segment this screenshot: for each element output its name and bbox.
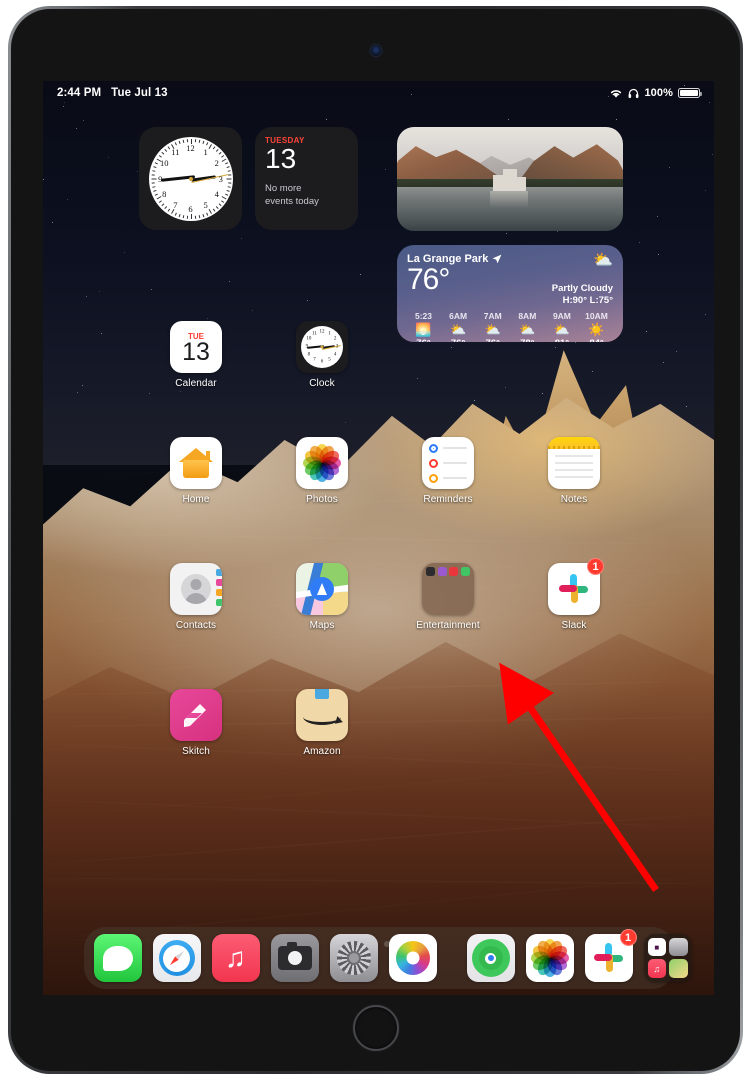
- dock-app-colorwheel[interactable]: [388, 934, 437, 982]
- clock-number: 4: [333, 352, 337, 358]
- dock-recent-findmy[interactable]: [466, 934, 515, 982]
- clock-number: 9: [305, 344, 309, 350]
- battery-percent-label: 100%: [644, 87, 673, 99]
- clock-number: 6: [320, 359, 324, 365]
- dock-app-camera[interactable]: [270, 934, 319, 982]
- mini-maps-icon: [669, 959, 688, 978]
- amazon-app-icon: [296, 689, 348, 741]
- messages-app-icon: [93, 934, 142, 982]
- settings-app-icon: [329, 934, 378, 982]
- app-label-skitch: Skitch: [182, 746, 210, 757]
- app-contacts[interactable]: Contacts: [143, 563, 249, 631]
- wifi-icon: [611, 89, 622, 98]
- mini-settings-icon: [669, 938, 688, 956]
- colorwheel-app-icon: [388, 934, 437, 982]
- calendar-app-icon: TUE 13: [170, 321, 222, 373]
- slack-segment: [559, 585, 577, 592]
- front-camera-icon: [370, 45, 381, 56]
- photos-app-icon: [296, 437, 348, 489]
- dock-app-music[interactable]: ♫: [211, 934, 260, 982]
- clock-number: 5: [328, 357, 331, 363]
- clock-icon-face: 12 1 2 3 4 5 6 7 8 9 10 11: [301, 326, 343, 368]
- app-skitch[interactable]: Skitch: [143, 689, 249, 757]
- mini-slack-icon: ■: [647, 938, 666, 956]
- app-notes[interactable]: Notes: [521, 437, 627, 505]
- status-bar-left: 2:44 PM Tue Jul 13: [57, 87, 168, 99]
- app-label-photos: Photos: [306, 494, 338, 505]
- skitch-app-icon: [170, 689, 222, 741]
- app-calendar[interactable]: TUE 13 Calendar: [143, 321, 249, 389]
- app-photos[interactable]: Photos: [269, 437, 375, 505]
- status-bar-right: 100%: [609, 87, 702, 99]
- clock-number: 10: [306, 336, 312, 342]
- app-reminders[interactable]: Reminders: [395, 437, 501, 505]
- camera-app-icon: [270, 934, 319, 982]
- clock-number: 3: [335, 344, 339, 350]
- notes-app-icon: [548, 437, 600, 489]
- app-amazon[interactable]: Amazon: [269, 689, 375, 757]
- maps-app-icon: [296, 563, 348, 615]
- app-label-notes: Notes: [560, 494, 588, 505]
- headphones-icon: [629, 88, 639, 98]
- app-grid: TUE 13 Calendar 12 1 2 3 4 5 6 7 8 9 10 …: [43, 81, 714, 995]
- clock-number: 7: [313, 357, 316, 363]
- app-label-amazon: Amazon: [303, 746, 341, 757]
- app-clock[interactable]: 12 1 2 3 4 5 6 7 8 9 10 11 Clock: [269, 321, 375, 389]
- dock-slack-badge: 1: [619, 929, 637, 946]
- photos-app-icon: [525, 934, 574, 982]
- app-label-maps: Maps: [309, 620, 335, 631]
- clock-number: 12: [319, 329, 325, 335]
- app-label-clock: Clock: [309, 378, 335, 389]
- slack-badge: 1: [587, 558, 604, 575]
- calendar-icon-day: 13: [182, 338, 210, 367]
- home-button[interactable]: [352, 1005, 399, 1051]
- dock-recent-slack[interactable]: 1: [584, 929, 637, 982]
- battery-icon: [678, 88, 702, 98]
- reminders-app-icon: [422, 437, 474, 489]
- app-label-entertainment: Entertainment: [416, 620, 480, 631]
- ipad-device-body: 2:44 PM Tue Jul 13 100% 12 1 2 3 4 5 6 7…: [11, 9, 740, 1071]
- contacts-app-icon: [170, 563, 222, 615]
- dock-recent-folder[interactable]: ■ ♫: [643, 934, 692, 982]
- clock-number: 1: [328, 331, 331, 337]
- dock-app-safari[interactable]: [152, 934, 201, 982]
- app-slack[interactable]: 1 Slack: [521, 558, 627, 631]
- dock: ♫ 1 ■ ♫: [83, 927, 692, 989]
- clock-app-icon: 12 1 2 3 4 5 6 7 8 9 10 11: [296, 321, 348, 373]
- folder-icon: [422, 563, 474, 615]
- mini-music-icon: ♫: [647, 959, 666, 978]
- app-label-home: Home: [182, 494, 210, 505]
- clock-number: 2: [333, 336, 337, 342]
- folder-entertainment[interactable]: Entertainment: [395, 563, 501, 631]
- clock-icon-hub: [320, 345, 324, 349]
- dock-recent-photos[interactable]: [525, 934, 574, 982]
- app-label-slack: Slack: [561, 620, 587, 631]
- clock-number: 11: [312, 331, 317, 337]
- dock-app-settings[interactable]: [329, 934, 378, 982]
- app-label-reminders: Reminders: [423, 494, 473, 505]
- dock-app-messages[interactable]: [93, 934, 142, 982]
- home-app-icon: [170, 437, 222, 489]
- status-date: Tue Jul 13: [111, 87, 168, 99]
- folder-icon: ■ ♫: [643, 934, 692, 982]
- music-app-icon: ♫: [211, 934, 260, 982]
- clock-number: 8: [307, 352, 311, 358]
- app-label-contacts: Contacts: [175, 620, 217, 631]
- ipad-device-frame: 2:44 PM Tue Jul 13 100% 12 1 2 3 4 5 6 7…: [8, 6, 743, 1074]
- app-home[interactable]: Home: [143, 437, 249, 505]
- status-time: 2:44 PM: [57, 87, 102, 99]
- slack-segment: [593, 954, 612, 961]
- app-maps[interactable]: Maps: [269, 563, 375, 631]
- ipad-screen: 2:44 PM Tue Jul 13 100% 12 1 2 3 4 5 6 7…: [43, 81, 714, 995]
- safari-app-icon: [152, 934, 201, 982]
- status-bar: 2:44 PM Tue Jul 13 100%: [43, 81, 714, 105]
- app-label-calendar: Calendar: [175, 378, 217, 389]
- findmy-app-icon: [466, 934, 515, 982]
